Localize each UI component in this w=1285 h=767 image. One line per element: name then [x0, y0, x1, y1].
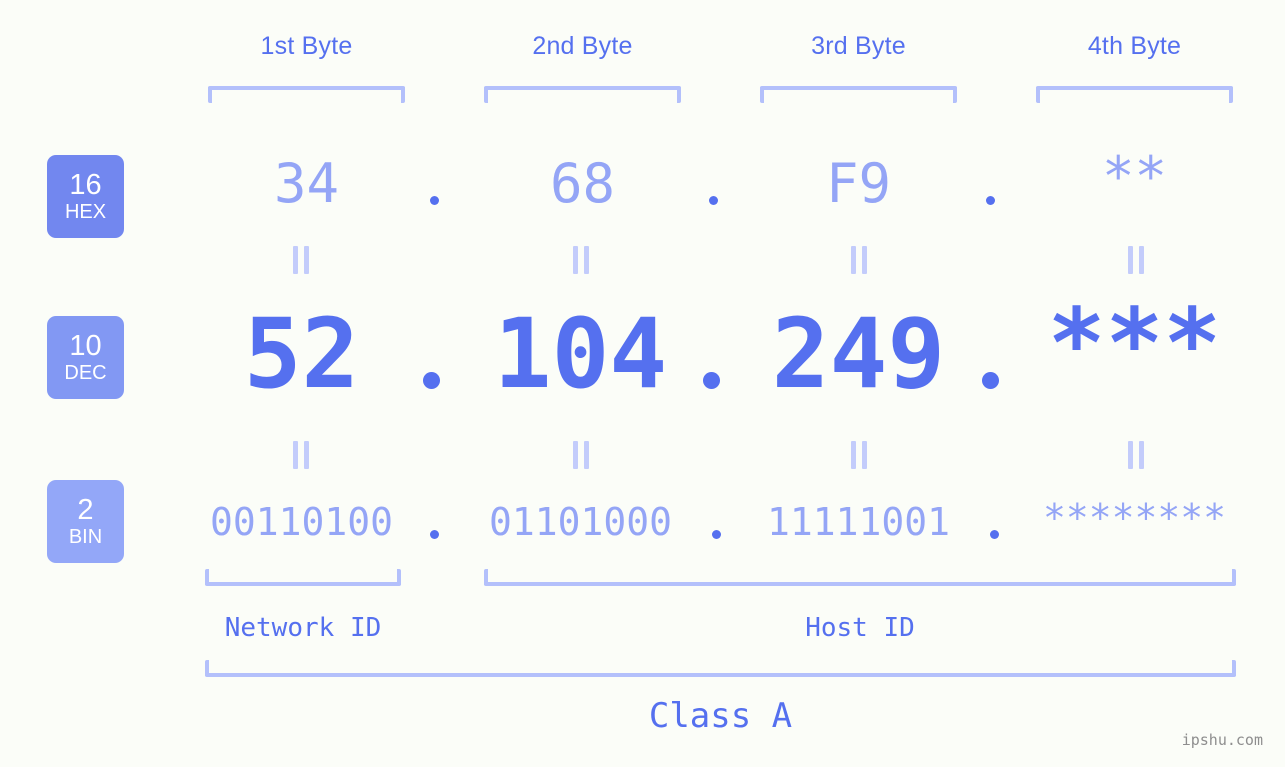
equals-mark-2-4: [1126, 441, 1146, 469]
base-badge-dec: 10 DEC: [47, 316, 124, 399]
base-badge-bin-name: BIN: [68, 526, 103, 548]
equals-mark-2-1: [291, 441, 311, 469]
byte-header-bracket-1: [208, 86, 405, 103]
equals-mark-1-4: [1126, 246, 1146, 274]
base-badge-bin: 2 BIN: [47, 480, 124, 563]
network-id-bracket: [205, 569, 401, 586]
class-bracket: [205, 660, 1236, 677]
bin-value-byte-3: 11111001: [766, 500, 951, 544]
dec-separator-dot-2: [703, 372, 720, 389]
byte-header-label-1: 1st Byte: [260, 32, 353, 60]
bin-value-byte-4: ********: [1042, 496, 1227, 540]
ip-address-breakdown-diagram: 1st Byte 2nd Byte 3rd Byte 4th Byte 16 H…: [0, 0, 1285, 767]
equals-mark-2-2: [571, 441, 591, 469]
byte-header-bracket-4: [1036, 86, 1233, 103]
base-badge-hex-number: 16: [69, 169, 102, 201]
base-badge-hex: 16 HEX: [47, 155, 124, 238]
dec-value-byte-1: 52: [243, 298, 360, 410]
hex-value-byte-2: 68: [549, 152, 616, 215]
hex-value-byte-4: **: [1101, 145, 1168, 208]
hex-separator-dot-3: [986, 196, 995, 205]
bin-value-byte-2: 01101000: [488, 500, 673, 544]
base-badge-hex-name: HEX: [64, 201, 107, 223]
site-watermark: ipshu.com: [1181, 731, 1263, 749]
equals-mark-1-1: [291, 246, 311, 274]
byte-header-label-4: 4th Byte: [1087, 32, 1182, 60]
dec-value-byte-2: 104: [493, 298, 668, 410]
equals-mark-1-3: [849, 246, 869, 274]
dec-separator-dot-3: [982, 372, 999, 389]
hex-separator-dot-1: [430, 196, 439, 205]
hex-value-byte-3: F9: [825, 152, 892, 215]
base-badge-dec-number: 10: [69, 330, 102, 362]
equals-mark-1-2: [571, 246, 591, 274]
network-id-label: Network ID: [224, 613, 382, 643]
hex-separator-dot-2: [709, 196, 718, 205]
equals-mark-2-3: [849, 441, 869, 469]
byte-header-bracket-2: [484, 86, 681, 103]
bin-separator-dot-2: [712, 530, 721, 539]
hex-value-byte-1: 34: [273, 152, 340, 215]
host-id-bracket: [484, 569, 1236, 586]
dec-separator-dot-1: [423, 372, 440, 389]
bin-value-byte-1: 00110100: [209, 500, 394, 544]
bin-separator-dot-1: [430, 530, 439, 539]
byte-header-label-3: 3rd Byte: [811, 32, 906, 60]
base-badge-bin-number: 2: [77, 494, 94, 526]
base-badge-dec-name: DEC: [64, 362, 107, 384]
class-label: Class A: [648, 696, 793, 736]
byte-header-label-2: 2nd Byte: [532, 32, 633, 60]
bin-separator-dot-3: [990, 530, 999, 539]
host-id-label: Host ID: [805, 613, 915, 643]
byte-header-bracket-3: [760, 86, 957, 103]
dec-value-byte-4: ***: [1047, 288, 1222, 400]
dec-value-byte-3: 249: [771, 298, 946, 410]
